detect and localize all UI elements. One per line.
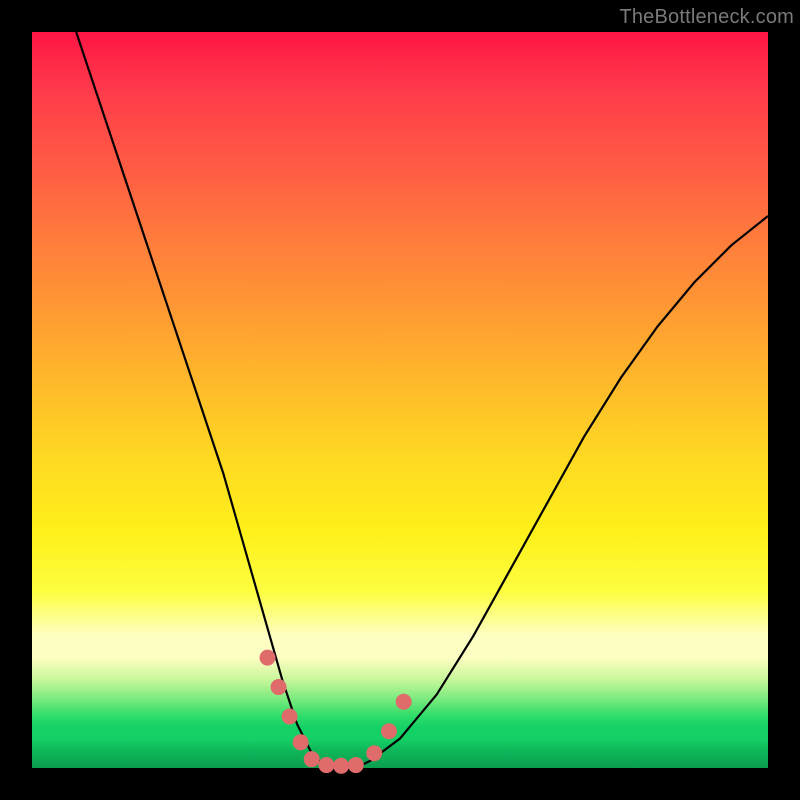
curve-marker <box>381 723 397 739</box>
curve-marker <box>271 679 287 695</box>
curve-markers <box>260 650 412 774</box>
curve-marker <box>260 650 276 666</box>
curve-marker <box>318 757 334 773</box>
curve-marker <box>304 751 320 767</box>
curve-marker <box>396 694 412 710</box>
chart-plot-area <box>32 32 768 768</box>
curve-marker <box>333 758 349 774</box>
chart-frame: TheBottleneck.com <box>0 0 800 800</box>
curve-marker <box>282 708 298 724</box>
watermark-text: TheBottleneck.com <box>619 6 794 29</box>
bottleneck-curve <box>76 32 768 768</box>
curve-marker <box>366 745 382 761</box>
chart-svg <box>32 32 768 768</box>
curve-marker <box>348 757 364 773</box>
curve-marker <box>293 734 309 750</box>
